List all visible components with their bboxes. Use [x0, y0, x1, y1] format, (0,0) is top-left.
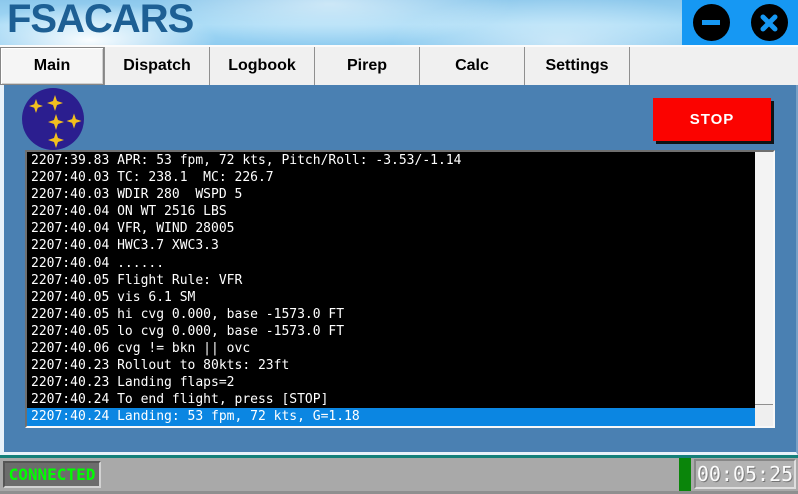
app-title: FSACARS — [7, 0, 193, 42]
log-line[interactable]: 2207:40.04 HWC3.7 XWC3.3 — [27, 237, 755, 254]
log-line[interactable]: 2207:40.24 To end flight, press [STOP] — [27, 391, 755, 408]
tab-label: Logbook — [228, 57, 296, 75]
tab-label: Pirep — [347, 57, 387, 75]
connection-indicator — [679, 458, 691, 494]
minimize-button[interactable] — [693, 4, 730, 41]
log-scrollbar[interactable] — [755, 152, 773, 426]
tab-dispatch[interactable]: Dispatch — [105, 47, 210, 85]
connection-status-badge: CONNECTED — [3, 461, 101, 488]
log-line[interactable]: 2207:40.23 Landing flaps=2 — [27, 374, 755, 391]
log-line[interactable]: 2207:40.05 Flight Rule: VFR — [27, 272, 755, 289]
tab-settings[interactable]: Settings — [525, 47, 630, 85]
log-line[interactable]: 2207:40.03 WDIR 280 WSPD 5 — [27, 186, 755, 203]
flight-log-lines: 2207:39.83 APR: 53 fpm, 72 kts, Pitch/Ro… — [27, 152, 755, 426]
tab-calc[interactable]: Calc — [420, 47, 525, 85]
log-line[interactable]: 2207:39.83 APR: 53 fpm, 72 kts, Pitch/Ro… — [27, 152, 755, 169]
log-line[interactable]: 2207:40.05 hi cvg 0.000, base -1573.0 FT — [27, 306, 755, 323]
log-scrollbar-thumb[interactable] — [755, 152, 773, 405]
tab-bar: Main Dispatch Logbook Pirep Calc Setting… — [0, 45, 798, 85]
tab-logbook[interactable]: Logbook — [210, 47, 315, 85]
flight-log[interactable]: 2207:39.83 APR: 53 fpm, 72 kts, Pitch/Ro… — [25, 150, 775, 428]
window-controls — [682, 0, 798, 45]
close-icon — [760, 14, 778, 32]
tab-label: Settings — [545, 57, 608, 75]
log-line[interactable]: 2207:40.23 Rollout to 80kts: 23ft — [27, 357, 755, 374]
log-line[interactable]: 2207:40.04 ON WT 2516 LBS — [27, 203, 755, 220]
log-line[interactable]: 2207:40.05 vis 6.1 SM — [27, 289, 755, 306]
log-line[interactable]: 2207:40.05 lo cvg 0.000, base -1573.0 FT — [27, 323, 755, 340]
tab-main[interactable]: Main — [0, 47, 105, 85]
tab-pirep[interactable]: Pirep — [315, 47, 420, 85]
minimize-icon — [702, 20, 720, 25]
flight-timer: 00:05:25 — [694, 459, 796, 489]
log-line[interactable]: 2207:40.04 ...... — [27, 255, 755, 272]
log-line[interactable]: 2207:40.04 VFR, WIND 28005 — [27, 220, 755, 237]
titlebar[interactable]: FSACARS — [0, 0, 798, 45]
close-button[interactable] — [751, 4, 788, 41]
tab-label: Dispatch — [123, 57, 191, 75]
tab-bar-filler — [630, 47, 798, 85]
tab-label: Main — [34, 57, 70, 75]
fsacars-logo-icon — [22, 88, 84, 150]
log-line[interactable]: 2207:40.03 TC: 238.1 MC: 226.7 — [27, 169, 755, 186]
log-line[interactable]: 2207:40.06 cvg != bkn || ovc — [27, 340, 755, 357]
tab-label: Calc — [455, 57, 489, 75]
stop-button[interactable]: STOP — [653, 98, 771, 141]
log-line-selected[interactable]: 2207:40.24 Landing: 53 fpm, 72 kts, G=1.… — [27, 408, 755, 425]
